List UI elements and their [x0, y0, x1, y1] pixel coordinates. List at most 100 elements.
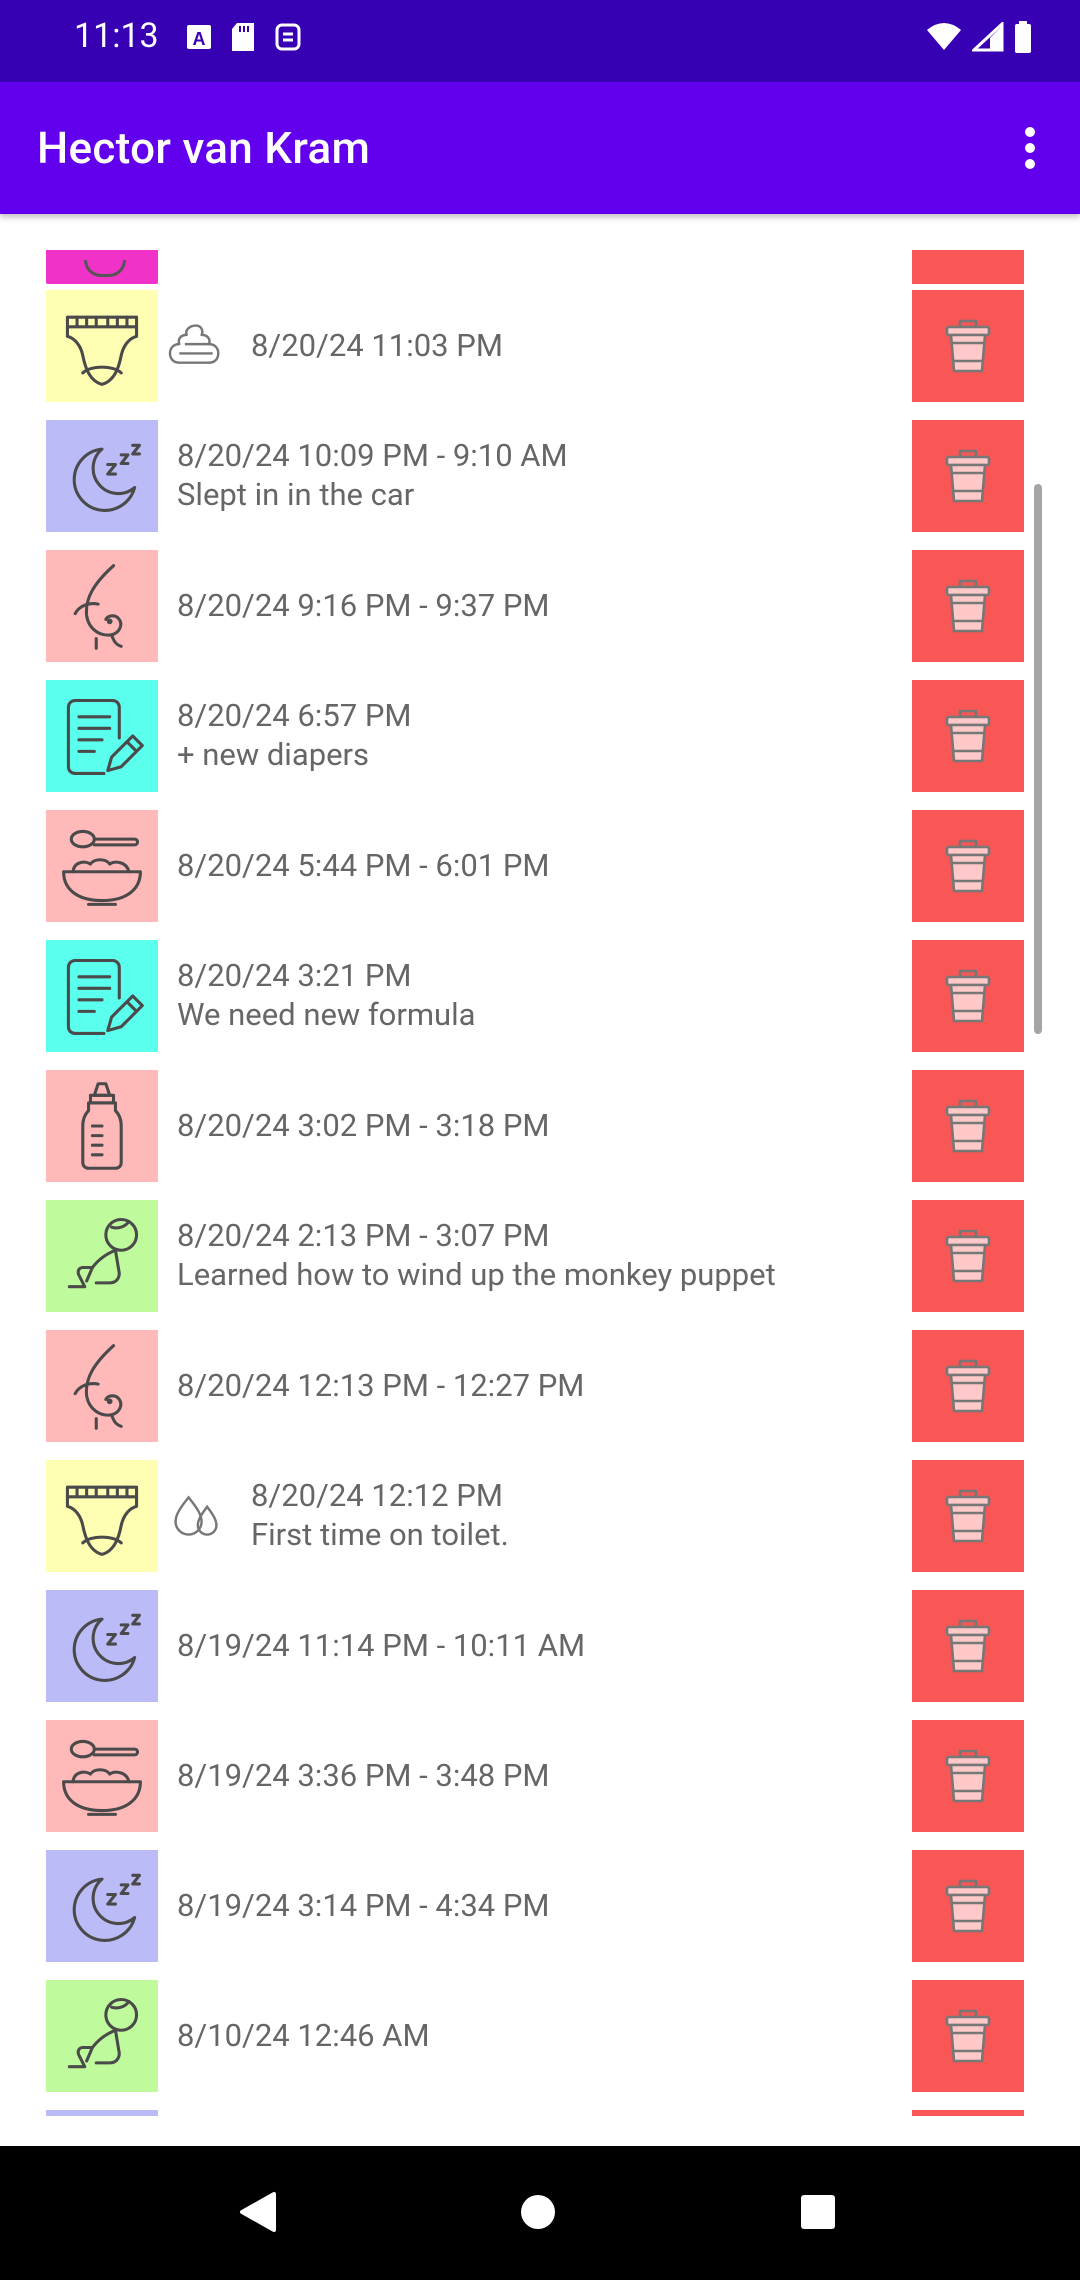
- crawling-baby-icon: [67, 1217, 139, 1289]
- sleep-category-tile: [46, 1850, 158, 1962]
- delete-button[interactable]: [912, 940, 1024, 1052]
- entry-list[interactable]: 8/20/24 11:03 PM 8/20/24 10:09 PM - 9:10 …: [0, 214, 1080, 2146]
- list-item[interactable]: 8/20/24 10:09 PM - 9:10 AM Slept in in th…: [0, 410, 1080, 540]
- entry-time: 8/10/24 12:46 AM: [177, 2016, 430, 2054]
- entry-note: We need new formula: [177, 996, 476, 1033]
- drops-icon: [174, 1495, 218, 1536]
- breastfeed-icon: [73, 564, 123, 650]
- bowl-spoon-icon: [62, 829, 142, 906]
- entry-time: 8/20/24 11:03 PM: [251, 326, 503, 364]
- page-title: Hector van Kram: [37, 122, 371, 174]
- list-item[interactable]: 8/20/24 12:12 PM First time on toilet.: [0, 1450, 1080, 1580]
- diaper-category-tile: [46, 1460, 158, 1572]
- list-item[interactable]: 8/20/24 6:57 PM + new diapers: [0, 670, 1080, 800]
- status-system-icons: [926, 19, 1032, 55]
- moon-zzz-icon: [72, 1873, 141, 1942]
- note-pen-icon: [66, 698, 144, 775]
- moon-zzz-icon: [72, 1613, 141, 1682]
- list-item[interactable]: 8/10/24 12:46 AM: [0, 1970, 1080, 2100]
- list-item[interactable]: 8/20/24 3:21 PM We need new formula: [0, 930, 1080, 1060]
- diaper-icon: [65, 1485, 139, 1556]
- entry-text: 8/20/24 6:57 PM + new diapers: [177, 670, 890, 800]
- list-item[interactable]: 8/19/24 11:14 PM - 10:11 AM: [0, 1580, 1080, 1710]
- food-category-tile: [46, 1720, 158, 1832]
- trash-icon: [945, 1619, 991, 1673]
- svg-text:A: A: [193, 29, 206, 49]
- delete-button[interactable]: [912, 290, 1024, 402]
- partial-delete-top: [912, 250, 1024, 284]
- trash-icon: [945, 579, 991, 633]
- list-item[interactable]: 8/19/24 3:14 PM - 4:34 PM: [0, 1840, 1080, 1970]
- delete-button[interactable]: [912, 420, 1024, 532]
- entry-text: 8/20/24 10:09 PM - 9:10 AM Slept in in th…: [177, 410, 890, 540]
- trash-icon: [945, 1879, 991, 1933]
- trash-icon: [945, 709, 991, 763]
- entry-text: 8/10/24 12:46 AM: [177, 1970, 890, 2100]
- delete-button[interactable]: [912, 1590, 1024, 1702]
- status-bar: 11:13 A: [0, 0, 1080, 82]
- entry-text: 8/20/24 12:13 PM - 12:27 PM: [177, 1320, 890, 1450]
- delete-button[interactable]: [912, 810, 1024, 922]
- baby-bottle-icon: [81, 1082, 123, 1170]
- sd-card-icon: [232, 23, 254, 51]
- list-item[interactable]: 8/20/24 12:13 PM - 12:27 PM: [0, 1320, 1080, 1450]
- entry-text: 8/19/24 11:14 PM - 10:11 AM: [177, 1580, 890, 1710]
- entry-time: 8/20/24 2:13 PM - 3:07 PM: [177, 1217, 550, 1254]
- trash-icon: [945, 449, 991, 503]
- entry-time: 8/19/24 3:14 PM - 4:34 PM: [177, 1886, 550, 1924]
- nav-back-button[interactable]: [222, 2176, 294, 2248]
- partial-entry-bottom: [46, 2110, 158, 2116]
- home-circle-icon: [521, 2195, 555, 2229]
- entry-time: 8/20/24 9:16 PM - 9:37 PM: [177, 586, 550, 624]
- list-item[interactable]: 8/20/24 11:03 PM: [0, 280, 1080, 410]
- sync-icon: [275, 23, 301, 51]
- entry-time: 8/20/24 12:12 PM: [251, 1477, 503, 1514]
- entry-time: 8/19/24 11:14 PM - 10:11 AM: [177, 1626, 586, 1664]
- nav-recents-button[interactable]: [782, 2176, 854, 2248]
- a-box-icon: A: [187, 25, 211, 49]
- delete-button[interactable]: [912, 1850, 1024, 1962]
- entry-text: 8/20/24 3:02 PM - 3:18 PM: [177, 1060, 890, 1190]
- delete-button[interactable]: [912, 1460, 1024, 1572]
- trash-icon: [945, 1489, 991, 1543]
- trash-icon: [945, 1099, 991, 1153]
- trash-icon: [945, 839, 991, 893]
- diaper-category-tile: [46, 290, 158, 402]
- overflow-menu-button[interactable]: [1000, 118, 1060, 178]
- delete-button[interactable]: [912, 1980, 1024, 2092]
- status-time: 11:13: [74, 16, 159, 56]
- bowl-spoon-icon: [62, 1739, 142, 1816]
- recents-square-icon: [801, 2195, 835, 2229]
- entry-time: 8/19/24 3:36 PM - 3:48 PM: [177, 1756, 550, 1794]
- sleep-category-tile: [46, 420, 158, 532]
- breastfeed-icon: [73, 1344, 123, 1430]
- delete-button[interactable]: [912, 1720, 1024, 1832]
- delete-button[interactable]: [912, 1330, 1024, 1442]
- scrollbar[interactable]: [1034, 484, 1042, 1034]
- entry-time: 8/20/24 12:13 PM - 12:27 PM: [177, 1366, 585, 1404]
- list-item[interactable]: 8/20/24 5:44 PM - 6:01 PM: [0, 800, 1080, 930]
- trash-icon: [945, 1749, 991, 1803]
- partial-entry-top: [46, 250, 158, 284]
- entry-time: 8/20/24 10:09 PM - 9:10 AM: [177, 437, 568, 474]
- list-item[interactable]: 8/20/24 9:16 PM - 9:37 PM: [0, 540, 1080, 670]
- delete-button[interactable]: [912, 1070, 1024, 1182]
- entry-text: 8/20/24 3:21 PM We need new formula: [177, 930, 890, 1060]
- wifi-icon: [927, 23, 961, 50]
- entry-time: 8/20/24 6:57 PM: [177, 697, 412, 734]
- delete-button[interactable]: [912, 680, 1024, 792]
- entry-note: Slept in in the car: [177, 476, 415, 513]
- delete-button[interactable]: [912, 1200, 1024, 1312]
- delete-button[interactable]: [912, 550, 1024, 662]
- trash-icon: [945, 319, 991, 373]
- moon-zzz-icon: [72, 443, 141, 512]
- list-item[interactable]: 8/20/24 2:13 PM - 3:07 PM Learned how to …: [0, 1190, 1080, 1320]
- entry-text: 8/20/24 9:16 PM - 9:37 PM: [177, 540, 890, 670]
- list-item[interactable]: 8/19/24 3:36 PM - 3:48 PM: [0, 1710, 1080, 1840]
- entry-text: 8/19/24 3:14 PM - 4:34 PM: [177, 1840, 890, 1970]
- nav-home-button[interactable]: [502, 2176, 574, 2248]
- entry-text: 8/19/24 3:36 PM - 3:48 PM: [177, 1710, 890, 1840]
- entry-note: First time on toilet.: [251, 1516, 509, 1553]
- trash-icon: [945, 969, 991, 1023]
- list-item[interactable]: 8/20/24 3:02 PM - 3:18 PM: [0, 1060, 1080, 1190]
